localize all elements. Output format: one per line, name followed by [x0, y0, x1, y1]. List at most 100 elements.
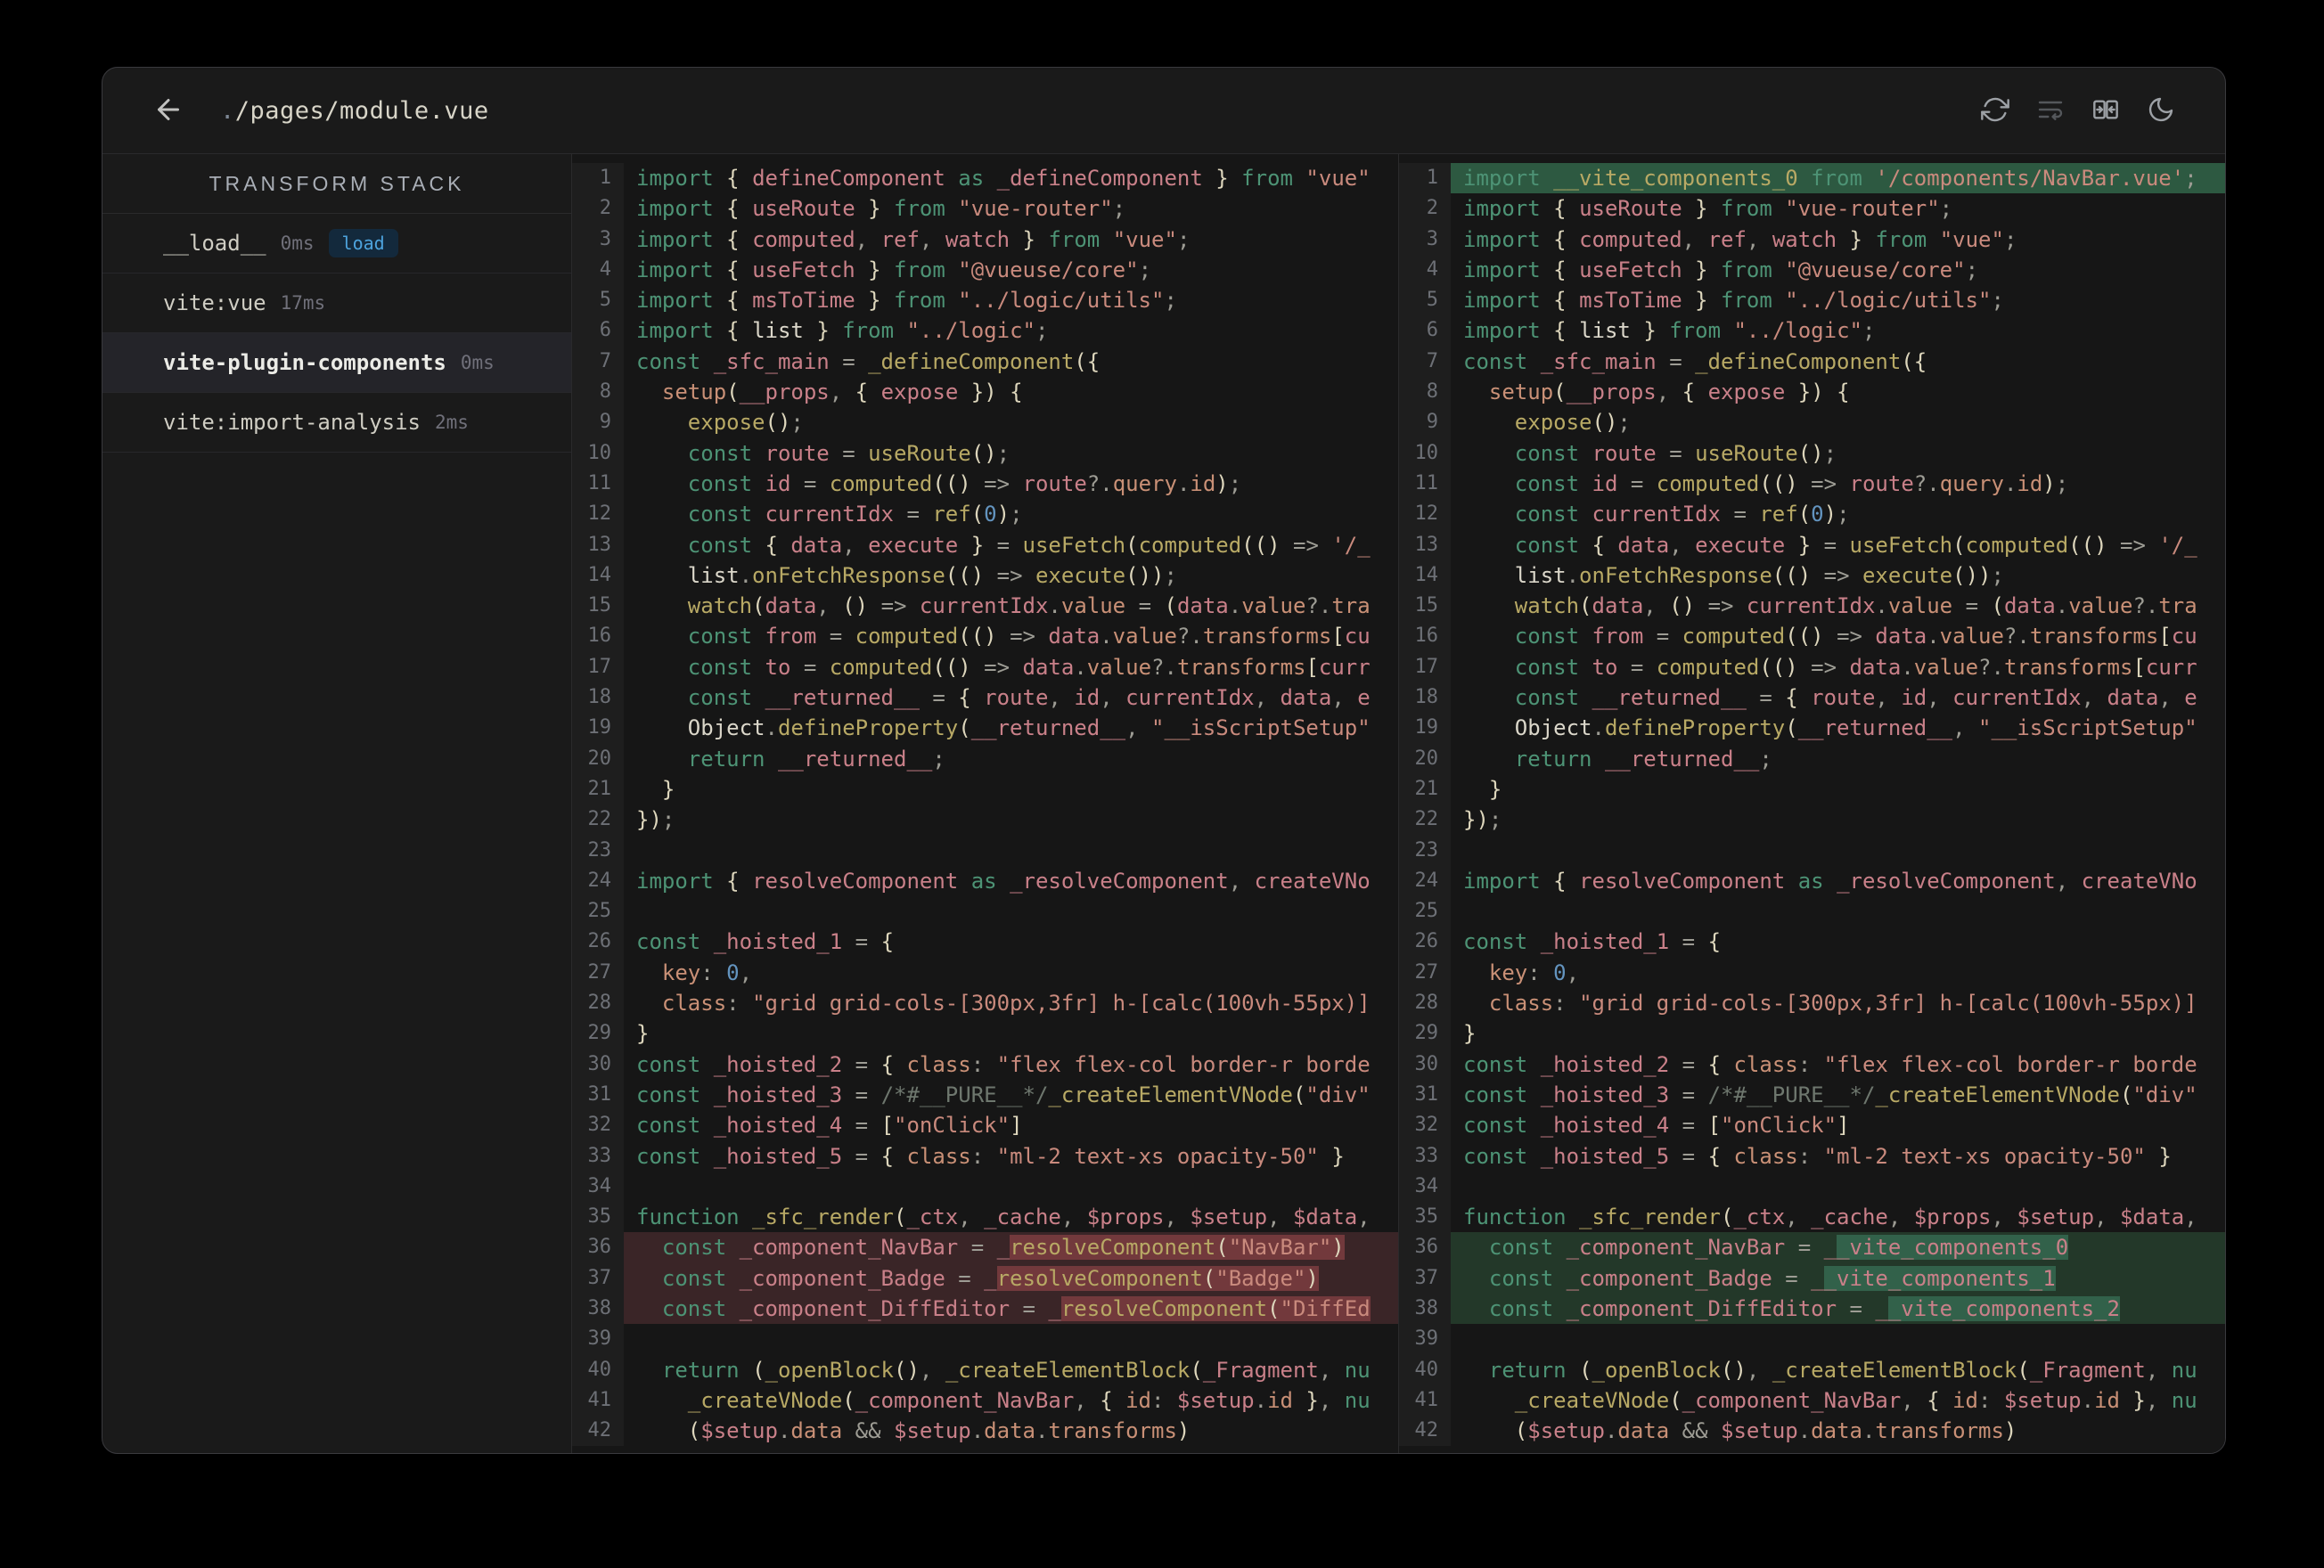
code-line-row: 22}); [1399, 804, 2225, 836]
wrap-text-button[interactable] [2036, 95, 2065, 127]
code-line-row: 14 list.onFetchResponse(() => execute())… [1399, 559, 2225, 592]
code-line: }); [636, 807, 675, 833]
code-line: function _sfc_render(_ctx, _cache, $prop… [1463, 1205, 2197, 1230]
line-number: 34 [1399, 1171, 1451, 1203]
line-number: 37 [572, 1262, 624, 1294]
code-line: function _sfc_render(_ctx, _cache, $prop… [636, 1205, 1371, 1230]
line-number: 16 [572, 621, 624, 652]
code-line: return __returned__; [687, 746, 945, 772]
line-number: 19 [1399, 713, 1451, 744]
code-line-row: 17 const to = computed(() => data.value?… [1399, 651, 2225, 683]
code-line: const _sfc_main = _defineComponent({ [636, 348, 1101, 374]
code-line-row: 36 const _component_NavBar = __vite_comp… [1399, 1232, 2225, 1263]
diff-word-highlight: resolveComponent("DiffEd [1060, 1295, 1371, 1321]
code-pane-before[interactable]: 1 import { defineComponent as _defineComp… [572, 154, 1398, 1453]
code-line-row: 34 [572, 1171, 1398, 1203]
line-number: 15 [572, 591, 624, 622]
code-line: class: "grid grid-cols-[300px,3fr] h-[ca… [1488, 991, 2197, 1017]
code-line: watch(data, () => currentIdx.value = (da… [687, 593, 1371, 619]
line-number: 32 [1399, 1110, 1451, 1141]
line-number: 12 [572, 499, 624, 530]
code-line: const route = useRoute(); [687, 440, 1011, 466]
code-line: watch(data, () => currentIdx.value = (da… [1514, 593, 2197, 619]
code-line-row: 2 import { useRoute } from "vue-router"; [572, 193, 1398, 225]
plugin-name: __load__ [163, 231, 266, 256]
titlebar-actions [1981, 95, 2175, 127]
code-line: const _hoisted_2 = { class: "flex flex-c… [636, 1051, 1371, 1077]
code-line-row: 30 const _hoisted_2 = { class: "flex flex… [572, 1049, 1398, 1080]
sidebar-item-load[interactable]: __load__ 0ms load [102, 214, 571, 274]
vite-inspect-window: ./pages/module.vue TRANSFORM STACK __loa… [102, 67, 2226, 1454]
code-line-row: 7 const _sfc_main = _defineComponent({ [1399, 346, 2225, 378]
line-number: 9 [1399, 407, 1451, 438]
line-number: 33 [1399, 1140, 1451, 1172]
line-number: 32 [572, 1110, 624, 1141]
refresh-button[interactable] [1981, 95, 2009, 127]
line-number: 35 [572, 1202, 624, 1233]
line-number: 20 [572, 743, 624, 774]
code-line: import { defineComponent as _defineCompo… [636, 166, 1371, 191]
code-line: const __returned__ = { route, id, curren… [687, 685, 1371, 711]
code-line-row: 36 const _component_NavBar = _resolveCom… [572, 1232, 1398, 1263]
code-line-row: 21 } [572, 773, 1398, 805]
code-pane-after[interactable]: 1 import __vite_components_0 from '/compo… [1398, 154, 2225, 1453]
line-number: 4 [1399, 254, 1451, 286]
line-number: 42 [572, 1416, 624, 1447]
code-line: const _component_NavBar = _resolveCompon… [624, 1232, 1398, 1263]
transform-stack-list: __load__ 0ms load vite:vue 17ms vite-plugin-c… [102, 214, 571, 453]
line-number: 31 [1399, 1079, 1451, 1111]
code-line: } [1488, 776, 1502, 802]
code-line-row: 40 return (_openBlock(), _createElementB… [1399, 1354, 2225, 1385]
code-line: const _hoisted_1 = { [1463, 929, 1722, 955]
code-line-row: 38 const _component_DiffEditor = _resolv… [572, 1293, 1398, 1325]
code-line-row: 40 return (_openBlock(), _createElementB… [572, 1354, 1398, 1385]
code-line: import { list } from "../logic"; [636, 318, 1049, 344]
line-number: 18 [1399, 682, 1451, 714]
code-line: setup(__props, { expose }) { [661, 380, 1023, 405]
sidebar-item-vite-import-analysis[interactable]: vite:import-analysis 2ms [102, 393, 571, 453]
code-line-row: 32 const _hoisted_4 = ["onClick"] [572, 1110, 1398, 1141]
code-line-row: 37 const _component_Badge = _resolveComp… [572, 1262, 1398, 1294]
main-content: TRANSFORM STACK __load__ 0ms load vite:vue 1… [102, 154, 2225, 1453]
code-line-row: 16 const from = computed(() => data.valu… [572, 621, 1398, 652]
line-number: 18 [572, 682, 624, 714]
code-line-row: 19 Object.defineProperty(__returned__, "… [1399, 713, 2225, 744]
line-number: 42 [1399, 1416, 1451, 1447]
line-number: 24 [572, 865, 624, 897]
back-button[interactable] [152, 94, 184, 128]
diff-compare-button[interactable] [2091, 95, 2120, 127]
dark-mode-moon-button[interactable] [2147, 95, 2175, 127]
sidebar-heading: TRANSFORM STACK [102, 154, 571, 214]
dark-mode-moon-icon [2147, 95, 2175, 127]
code-line-row: 1 import __vite_components_0 from '/compo… [1399, 163, 2225, 194]
code-line: return (_openBlock(), _createElementBloc… [1488, 1357, 2197, 1383]
diff-panes: 1 import { defineComponent as _defineComp… [572, 154, 2225, 1453]
code-line-row: 3 import { computed, ref, watch } from "v… [572, 224, 1398, 255]
code-line-row: 20 return __returned__; [572, 743, 1398, 774]
line-number: 23 [1399, 835, 1451, 866]
sidebar-item-vite-plugin-components[interactable]: vite-plugin-components 0ms [102, 333, 571, 393]
code-line-row: 7 const _sfc_main = _defineComponent({ [572, 346, 1398, 378]
line-number: 3 [572, 224, 624, 255]
line-number: 21 [572, 773, 624, 805]
code-line: const _hoisted_3 = /*#__PURE__*/_createE… [636, 1082, 1371, 1107]
code-line: const currentIdx = ref(0); [687, 502, 1023, 527]
code-line: const id = computed(() => route?.query.i… [687, 470, 1242, 496]
arrow-left-icon [152, 94, 184, 128]
title-dot: . [220, 96, 235, 125]
code-line-row: 27 key: 0, [572, 957, 1398, 989]
page-title: ./pages/module.vue [220, 97, 489, 125]
line-number: 38 [572, 1293, 624, 1325]
line-number: 1 [572, 163, 624, 194]
line-number: 25 [572, 896, 624, 927]
line-number: 33 [572, 1140, 624, 1172]
sidebar-item-vite-vue[interactable]: vite:vue 17ms [102, 274, 571, 333]
code-line: const currentIdx = ref(0); [1514, 502, 1850, 527]
code-line: import { resolveComponent as _resolveCom… [1463, 868, 2197, 894]
line-number: 27 [1399, 957, 1451, 989]
